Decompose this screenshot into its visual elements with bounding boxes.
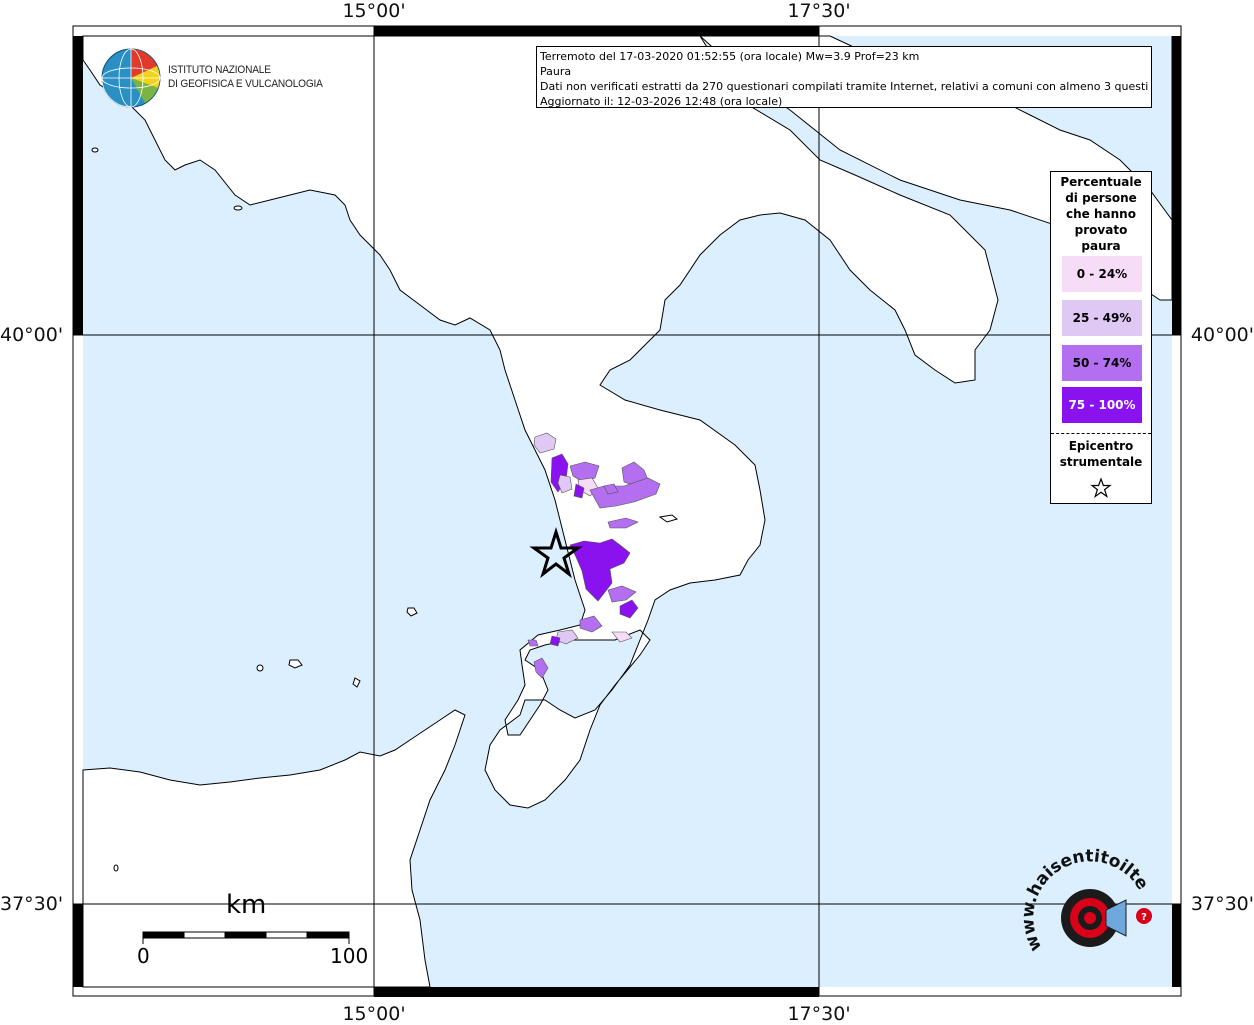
map-legend: Percentuale di persone che hanno provato… bbox=[1050, 171, 1152, 504]
lon-label-top-right: 17°30' bbox=[787, 0, 851, 22]
legend-class-0: 0 - 24% bbox=[1062, 256, 1142, 292]
institute-line-2: DI GEOFISICA E VULCANOLOGIA bbox=[168, 78, 323, 90]
scale-end-label: 100 bbox=[330, 944, 369, 968]
lon-label-bottom-right: 17°30' bbox=[787, 1003, 851, 1025]
legend-class-3: 75 - 100% bbox=[1062, 387, 1142, 423]
lon-label-top-left: 15°00' bbox=[342, 0, 406, 22]
institute-name: ISTITUTO NAZIONALE DI GEOFISICA E VULCAN… bbox=[168, 63, 323, 91]
legend-title-line: paura bbox=[1081, 239, 1121, 253]
lon-label-bottom-left: 15°00' bbox=[342, 1003, 406, 1025]
legend-epicenter-line-2: strumentale bbox=[1059, 455, 1143, 469]
event-info-line-3: Dati non verificati estratti da 270 ques… bbox=[540, 80, 1148, 93]
event-info-box: Terremoto del 17-03-2020 01:52:55 (ora l… bbox=[536, 46, 1152, 108]
legend-title-line: che hanno bbox=[1066, 207, 1136, 221]
legend-title-line: di persone bbox=[1065, 191, 1137, 205]
event-info-line-2: Paura bbox=[540, 65, 572, 78]
legend-title-line: provato bbox=[1074, 223, 1128, 237]
legend-epicenter-line-1: Epicentro bbox=[1068, 439, 1134, 453]
legend-star-icon bbox=[1090, 477, 1112, 499]
lat-label-left-bottom: 37°30' bbox=[0, 893, 64, 915]
legend-class-1: 25 - 49% bbox=[1062, 300, 1142, 336]
comune-polygon bbox=[549, 635, 561, 647]
lat-label-right-bottom: 37°30' bbox=[1190, 893, 1254, 915]
legend-separator bbox=[1051, 433, 1151, 434]
svg-text:?: ? bbox=[1141, 912, 1147, 923]
scale-unit-label: km bbox=[226, 890, 267, 920]
legend-title-line: Percentuale bbox=[1060, 175, 1142, 189]
event-info-line-1: Terremoto del 17-03-2020 01:52:55 (ora l… bbox=[540, 50, 920, 63]
legend-class-2: 50 - 74% bbox=[1062, 345, 1142, 381]
scale-start-label: 0 bbox=[137, 944, 150, 968]
comune-polygon bbox=[527, 639, 539, 647]
legend-title: Percentuale di persone che hanno provato… bbox=[1051, 174, 1151, 254]
map-canvas: ? www.haisentitoilterremoto.it bbox=[72, 25, 1182, 997]
legend-epicenter-label: Epicentro strumentale bbox=[1051, 438, 1151, 470]
event-info-line-4: Aggiornato il: 12-03-2026 12:48 (ora loc… bbox=[540, 95, 783, 108]
lat-label-left-top: 40°00' bbox=[0, 324, 64, 346]
lat-label-right-top: 40°00' bbox=[1190, 324, 1254, 346]
ingv-logo-icon bbox=[101, 48, 161, 108]
institute-line-1: ISTITUTO NAZIONALE bbox=[168, 64, 271, 76]
